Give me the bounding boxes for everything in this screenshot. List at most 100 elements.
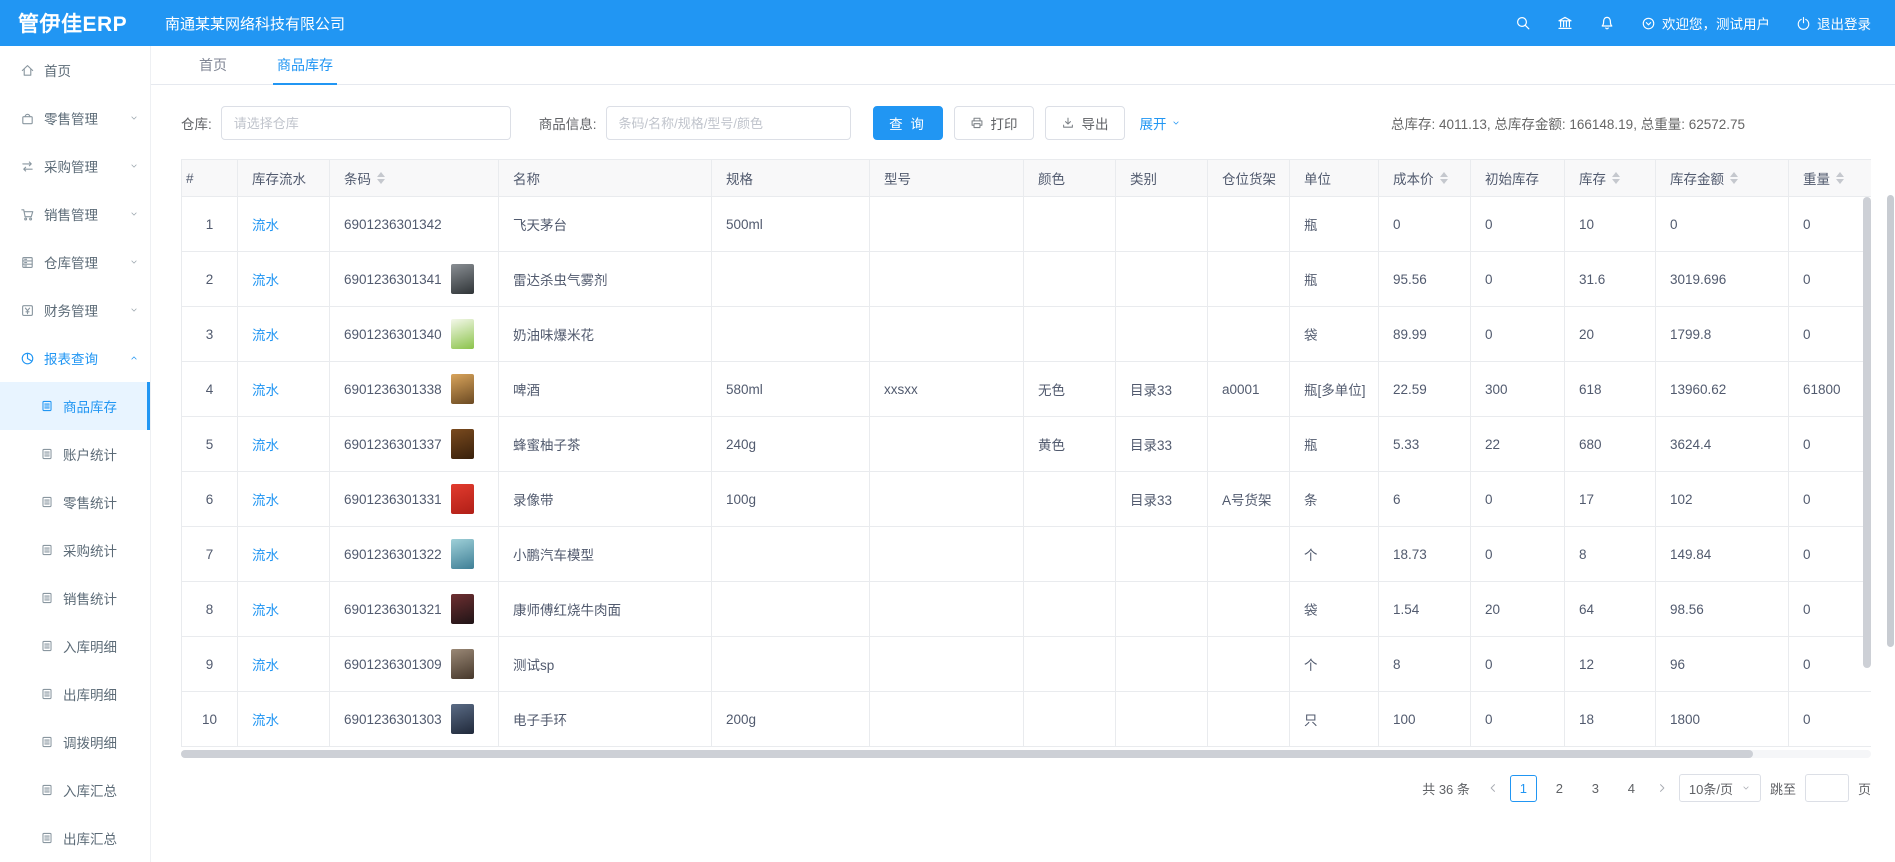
tab-goods-stock[interactable]: 商品库存 xyxy=(273,46,337,84)
sidebar-item-warehouse-mgmt[interactable]: 仓库管理 xyxy=(0,238,150,286)
sidebar-subitem-inbound-detail[interactable]: 入库明细 xyxy=(0,622,150,670)
cell-weight: 0 xyxy=(1789,197,1872,252)
cell-category xyxy=(1116,252,1208,307)
top-header: 管伊佳ERP 南通某某网络科技有限公司 欢迎您，测试用户 退出登录 xyxy=(0,0,1895,46)
product-thumbnail[interactable] xyxy=(451,319,474,349)
logout-button[interactable]: 退出登录 xyxy=(1796,13,1871,33)
jump-page-input[interactable] xyxy=(1805,774,1849,802)
sidebar-subitem-goods-stock[interactable]: 商品库存 xyxy=(0,382,150,430)
cell-flow: 流水 xyxy=(238,637,330,692)
column-header-weight[interactable]: 重量 xyxy=(1789,160,1872,197)
column-label: 仓位货架 xyxy=(1222,168,1276,188)
company-name: 南通某某网络科技有限公司 xyxy=(165,13,345,34)
tab-home[interactable]: 首页 xyxy=(195,46,231,84)
chevron-down-icon xyxy=(1171,118,1181,128)
product-thumbnail[interactable] xyxy=(451,429,474,459)
table-row: 7流水6901236301322小鹏汽车模型个18.7308149.840 xyxy=(182,527,1872,582)
column-header-cost[interactable]: 成本价 xyxy=(1379,160,1471,197)
cell-cost: 5.33 xyxy=(1379,417,1471,472)
print-label: 打印 xyxy=(991,113,1018,133)
table-horizontal-scrollbar[interactable] xyxy=(181,750,1871,758)
sidebar-item-purchase-mgmt[interactable]: 采购管理 xyxy=(0,142,150,190)
column-header-barcode[interactable]: 条码 xyxy=(330,160,499,197)
cell-amount: 102 xyxy=(1656,472,1789,527)
sidebar-item-finance-mgmt[interactable]: 财务管理 xyxy=(0,286,150,334)
flow-link[interactable]: 流水 xyxy=(252,658,279,673)
sidebar-subitem-outbound-summary[interactable]: 出库汇总 xyxy=(0,814,150,862)
cell-unit: 瓶 xyxy=(1290,252,1379,307)
column-header-stock[interactable]: 库存 xyxy=(1565,160,1656,197)
cell-model xyxy=(870,197,1024,252)
product-thumbnail[interactable] xyxy=(451,649,474,679)
cell-spec xyxy=(712,637,870,692)
sidebar-subitem-transfer-detail[interactable]: 调拨明细 xyxy=(0,718,150,766)
barcode-text: 6901236301321 xyxy=(344,602,442,617)
warehouse-select[interactable] xyxy=(221,106,511,140)
product-thumbnail[interactable] xyxy=(451,539,474,569)
flow-link[interactable]: 流水 xyxy=(252,218,279,233)
sidebar-item-home[interactable]: 首页 xyxy=(0,46,150,94)
bell-icon[interactable] xyxy=(1599,15,1615,31)
flow-link[interactable]: 流水 xyxy=(252,273,279,288)
cell-cost: 8 xyxy=(1379,637,1471,692)
search-button[interactable]: 查 询 xyxy=(873,106,943,140)
sidebar-subitem-outbound-detail[interactable]: 出库明细 xyxy=(0,670,150,718)
flow-link[interactable]: 流水 xyxy=(252,713,279,728)
warehouse-icon xyxy=(20,255,35,270)
barcode-text: 6901236301303 xyxy=(344,712,442,727)
export-button[interactable]: 导出 xyxy=(1045,106,1125,140)
cell-weight: 0 xyxy=(1789,472,1872,527)
expand-toggle[interactable]: 展开 xyxy=(1140,113,1181,133)
sidebar-subitem-purchase-stats[interactable]: 采购统计 xyxy=(0,526,150,574)
sidebar-subitem-label: 零售统计 xyxy=(63,492,117,512)
flow-link[interactable]: 流水 xyxy=(252,603,279,618)
page-scrollbar[interactable] xyxy=(1887,195,1894,647)
prev-page-button[interactable] xyxy=(1485,782,1501,794)
user-welcome[interactable]: 欢迎您，测试用户 xyxy=(1641,13,1770,33)
bank-icon[interactable] xyxy=(1557,15,1573,31)
table-vertical-scrollbar[interactable] xyxy=(1863,197,1871,745)
product-thumbnail[interactable] xyxy=(451,594,474,624)
page-size-label: 10条/页 xyxy=(1689,779,1733,798)
sidebar-subitem-inbound-summary[interactable]: 入库汇总 xyxy=(0,766,150,814)
sidebar-subitem-sales-stats[interactable]: 销售统计 xyxy=(0,574,150,622)
sidebar-item-retail-mgmt[interactable]: 零售管理 xyxy=(0,94,150,142)
sidebar-subitem-retail-stats[interactable]: 零售统计 xyxy=(0,478,150,526)
flow-link[interactable]: 流水 xyxy=(252,328,279,343)
product-thumbnail[interactable] xyxy=(451,374,474,404)
print-button[interactable]: 打印 xyxy=(954,106,1034,140)
sort-caret-icon[interactable] xyxy=(1836,172,1844,184)
sort-caret-icon[interactable] xyxy=(377,172,385,184)
product-thumbnail[interactable] xyxy=(451,264,474,294)
sort-caret-icon[interactable] xyxy=(1440,172,1448,184)
flow-link[interactable]: 流水 xyxy=(252,383,279,398)
column-header-num: # xyxy=(182,160,238,197)
cell-init: 0 xyxy=(1471,197,1565,252)
next-page-button[interactable] xyxy=(1654,782,1670,794)
cell-name: 康师傅红烧牛肉面 xyxy=(499,582,712,637)
cell-barcode: 6901236301341 xyxy=(330,252,499,307)
chevron-down-icon xyxy=(129,305,139,315)
sidebar-subitem-account-stats[interactable]: 账户统计 xyxy=(0,430,150,478)
search-icon[interactable] xyxy=(1515,15,1531,31)
flow-link[interactable]: 流水 xyxy=(252,493,279,508)
product-thumbnail[interactable] xyxy=(451,704,474,734)
sort-caret-icon[interactable] xyxy=(1612,172,1620,184)
sort-caret-icon[interactable] xyxy=(1730,172,1738,184)
column-header-amount[interactable]: 库存金额 xyxy=(1656,160,1789,197)
product-thumbnail[interactable] xyxy=(451,484,474,514)
page-size-select[interactable]: 10条/页 xyxy=(1679,774,1761,802)
cell-color xyxy=(1024,307,1116,362)
column-label: 重量 xyxy=(1803,168,1830,188)
sidebar-item-report-query[interactable]: 报表查询 xyxy=(0,334,150,382)
cell-num: 9 xyxy=(182,637,238,692)
flow-link[interactable]: 流水 xyxy=(252,548,279,563)
flow-link[interactable]: 流水 xyxy=(252,438,279,453)
product-info-input[interactable] xyxy=(606,106,851,140)
page-3[interactable]: 3 xyxy=(1582,775,1609,802)
page-4[interactable]: 4 xyxy=(1618,775,1645,802)
cell-weight: 0 xyxy=(1789,417,1872,472)
page-2[interactable]: 2 xyxy=(1546,775,1573,802)
page-1[interactable]: 1 xyxy=(1510,775,1537,802)
sidebar-item-sales-mgmt[interactable]: 销售管理 xyxy=(0,190,150,238)
